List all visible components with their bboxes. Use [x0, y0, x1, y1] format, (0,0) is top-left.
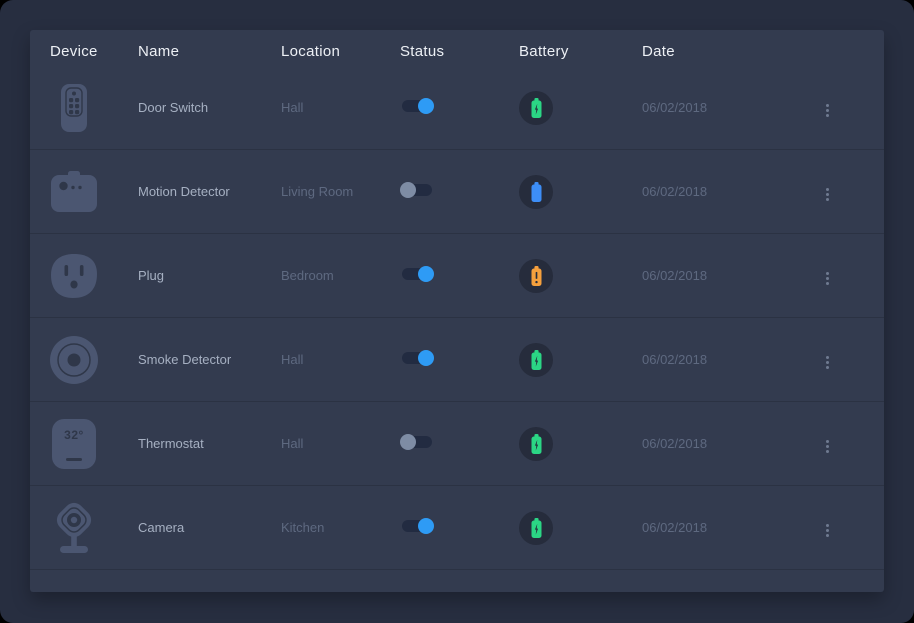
- status-toggle[interactable]: [402, 352, 432, 364]
- battery-indicator: [519, 427, 553, 461]
- col-header-battery: Battery: [519, 43, 642, 60]
- battery-indicator: [519, 259, 553, 293]
- device-name: Plug: [138, 268, 281, 283]
- col-header-status: Status: [400, 43, 519, 60]
- battery-charging-icon: [529, 348, 544, 372]
- device-name: Thermostat: [138, 436, 281, 451]
- toggle-knob: [418, 518, 434, 534]
- device-date: 06/02/2018: [642, 352, 804, 367]
- more-options-button[interactable]: [822, 268, 833, 289]
- device-location: Kitchen: [281, 520, 400, 535]
- door-switch-remote-icon: [61, 84, 87, 132]
- device-name: Motion Detector: [138, 184, 281, 199]
- col-header-date: Date: [642, 43, 804, 60]
- battery-indicator: [519, 91, 553, 125]
- app-background: Device Name Location Status Battery Date: [0, 0, 914, 623]
- battery-charging-icon: [529, 432, 544, 456]
- smoke-detector-icon: [50, 336, 98, 384]
- toggle-knob: [418, 98, 434, 114]
- status-toggle[interactable]: [402, 520, 432, 532]
- table-row: Smoke Detector Hall 06/02/2018: [30, 318, 884, 402]
- device-date: 06/02/2018: [642, 520, 804, 535]
- battery-charging-icon: [529, 516, 544, 540]
- device-location: Living Room: [281, 184, 400, 199]
- battery-charging-icon: [529, 96, 544, 120]
- device-location: Hall: [281, 100, 400, 115]
- toggle-knob: [400, 182, 416, 198]
- device-date: 06/02/2018: [642, 100, 804, 115]
- toggle-knob: [400, 434, 416, 450]
- status-toggle[interactable]: [402, 100, 432, 112]
- col-header-device: Device: [30, 43, 138, 60]
- device-name: Door Switch: [138, 100, 281, 115]
- status-toggle[interactable]: [402, 436, 432, 448]
- thermostat-icon: 32°: [52, 419, 96, 469]
- motion-detector-icon: [51, 171, 97, 212]
- battery-indicator: [519, 511, 553, 545]
- device-location: Bedroom: [281, 268, 400, 283]
- battery-full-icon: [529, 180, 544, 204]
- table-row: Motion Detector Living Room 06/02/2018: [30, 150, 884, 234]
- more-options-button[interactable]: [822, 436, 833, 457]
- device-location: Hall: [281, 436, 400, 451]
- table-row: Camera Kitchen 06/02/2018: [30, 486, 884, 570]
- table-row: 32° Thermostat Hall 06/02/2018: [30, 402, 884, 486]
- table-row: Door Switch Hall 06/02/2018: [30, 66, 884, 150]
- camera-icon: [51, 500, 97, 556]
- battery-low-icon: [529, 264, 544, 288]
- device-name: Camera: [138, 520, 281, 535]
- col-header-location: Location: [281, 43, 400, 60]
- thermostat-temperature: 32°: [64, 428, 84, 469]
- devices-table: Device Name Location Status Battery Date: [30, 30, 884, 592]
- device-name: Smoke Detector: [138, 352, 281, 367]
- device-date: 06/02/2018: [642, 184, 804, 199]
- device-date: 06/02/2018: [642, 436, 804, 451]
- device-location: Hall: [281, 352, 400, 367]
- status-toggle[interactable]: [402, 184, 432, 196]
- more-options-button[interactable]: [822, 100, 833, 121]
- battery-indicator: [519, 175, 553, 209]
- col-header-name: Name: [138, 43, 281, 60]
- more-options-button[interactable]: [822, 352, 833, 373]
- battery-indicator: [519, 343, 553, 377]
- toggle-knob: [418, 350, 434, 366]
- more-options-button[interactable]: [822, 520, 833, 541]
- status-toggle[interactable]: [402, 268, 432, 280]
- toggle-knob: [418, 266, 434, 282]
- table-row: Plug Bedroom 06/02/2018: [30, 234, 884, 318]
- table-header: Device Name Location Status Battery Date: [30, 30, 884, 66]
- plug-outlet-icon: [51, 254, 97, 298]
- device-date: 06/02/2018: [642, 268, 804, 283]
- more-options-button[interactable]: [822, 184, 833, 205]
